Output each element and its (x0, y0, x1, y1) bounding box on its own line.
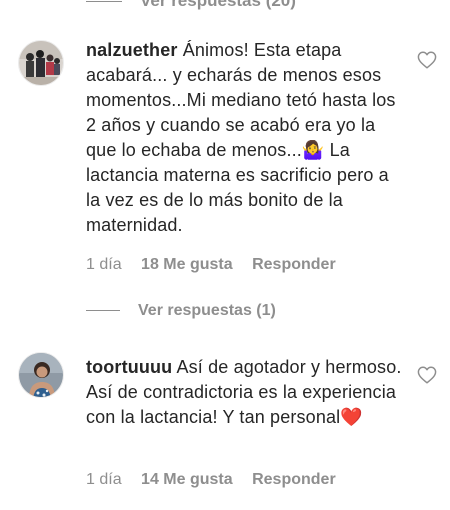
avatar[interactable] (18, 40, 64, 86)
reply-button[interactable]: Responder (252, 256, 336, 273)
red-heart-emoji: ❤️ (340, 407, 363, 428)
person-photo-icon (19, 353, 63, 397)
heart-icon[interactable] (417, 366, 437, 384)
comment-meta: 1 día 14 Me gusta Responder (86, 471, 351, 489)
heart-icon[interactable] (417, 51, 437, 69)
view-replies-link-top[interactable]: Ver respuestas (20) (86, 0, 386, 11)
comment-likes[interactable]: 14 Me gusta (141, 471, 233, 488)
reply-button[interactable]: Responder (252, 471, 336, 488)
replies-divider-line (86, 1, 122, 3)
comment-meta: 1 día 18 Me gusta Responder (86, 256, 351, 274)
comment-time[interactable]: 1 día (86, 471, 122, 488)
comment-likes[interactable]: 18 Me gusta (141, 256, 233, 273)
comment-body: toortuuuu Así de agotador y hermoso. Así… (86, 355, 402, 430)
avatar[interactable] (18, 352, 64, 398)
comment-username[interactable]: toortuuuu (86, 357, 172, 377)
family-photo-icon (19, 41, 63, 85)
view-replies-label: Ver respuestas (20) (140, 0, 296, 10)
comment-username[interactable]: nalzuether (86, 40, 178, 60)
view-replies-link[interactable]: Ver respuestas (1) (86, 302, 276, 320)
view-replies-label: Ver respuestas (1) (138, 302, 276, 319)
comment-body: nalzuether Ánimos! Esta etapa acabará...… (86, 38, 402, 238)
comment-time[interactable]: 1 día (86, 256, 122, 273)
shrug-emoji: 🤷‍♀️ (301, 140, 325, 161)
replies-divider-line (86, 310, 120, 312)
